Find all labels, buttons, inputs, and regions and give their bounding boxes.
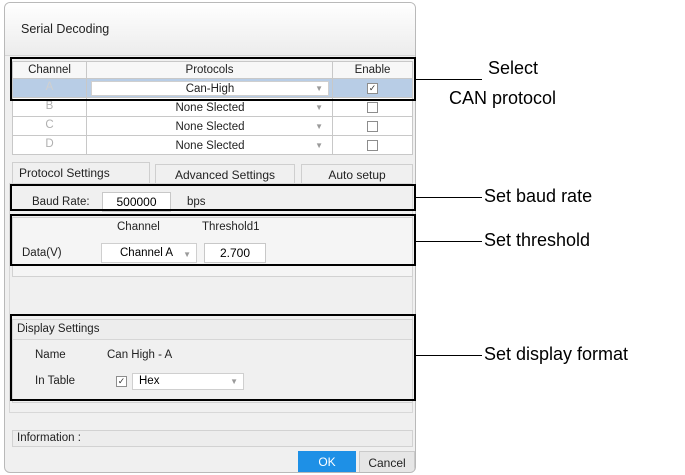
row-d-enable-checkbox[interactable] [367, 140, 378, 151]
tab-advanced-settings[interactable]: Advanced Settings [155, 164, 295, 185]
highlight-display-settings [10, 314, 416, 401]
row-d-enable-cell [333, 136, 413, 155]
row-c-protocol-value: None Slected [175, 121, 245, 133]
row-c-channel-label: C [45, 119, 54, 131]
row-b-protocol-select[interactable]: None Slected ▼ [91, 100, 329, 115]
row-d-protocol-cell: None Slected ▼ [87, 136, 333, 155]
row-b-enable-checkbox[interactable] [367, 102, 378, 113]
highlight-threshold [10, 214, 416, 266]
row-c-enable-cell [333, 117, 413, 136]
row-c-protocol-cell: None Slected ▼ [87, 117, 333, 136]
row-c-channel[interactable]: C [13, 117, 87, 136]
ok-button[interactable]: OK [298, 451, 356, 472]
row-d-channel[interactable]: D [13, 136, 87, 155]
row-c-protocol-select[interactable]: None Slected ▼ [91, 119, 329, 134]
chevron-down-icon: ▼ [315, 103, 323, 112]
chevron-down-icon: ▼ [315, 141, 323, 150]
callout-line-baud [416, 197, 482, 198]
row-d-protocol-select[interactable]: None Slected ▼ [91, 138, 329, 153]
tab-auto-setup[interactable]: Auto setup [301, 164, 413, 185]
callout-line-threshold [416, 241, 482, 242]
highlight-protocol-row [10, 57, 416, 101]
callout-display-format: Set display format [484, 344, 629, 364]
information-label: Information : [17, 432, 81, 444]
cancel-button[interactable]: Cancel [359, 451, 415, 472]
row-b-protocol-value: None Slected [175, 102, 245, 114]
chevron-down-icon: ▼ [315, 122, 323, 131]
row-b-channel-label: B [45, 100, 54, 112]
highlight-baud-rate [10, 184, 416, 211]
row-d-protocol-value: None Slected [175, 140, 245, 152]
row-c-enable-checkbox[interactable] [367, 121, 378, 132]
information-bar: Information : [12, 430, 413, 447]
callout-threshold: Set threshold [484, 230, 591, 250]
title-bar: Serial Decoding [5, 3, 415, 56]
callout-baud-rate: Set baud rate [484, 186, 593, 206]
callout-can-protocol: CAN protocol [449, 88, 557, 108]
callout-select: Select [488, 58, 539, 78]
callout-line-protocol [416, 79, 482, 80]
tab-protocol-settings[interactable]: Protocol Settings [12, 162, 150, 184]
callout-line-display [416, 355, 482, 356]
dialog-title: Serial Decoding [21, 22, 110, 36]
row-d-channel-label: D [45, 138, 54, 150]
